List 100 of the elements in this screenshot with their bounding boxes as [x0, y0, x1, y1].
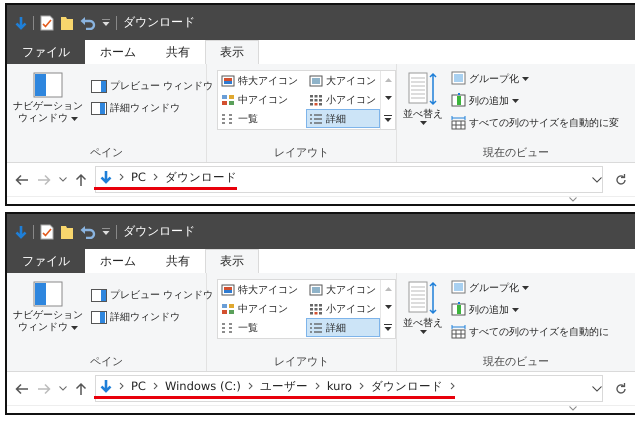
column-icon — [451, 324, 466, 339]
preview-pane-button[interactable]: プレビュー ウィンドウ — [89, 78, 216, 94]
scroll-down-icon[interactable] — [384, 305, 392, 310]
breadcrumb-item[interactable]: ユーザー — [260, 378, 308, 394]
undo-icon[interactable] — [80, 16, 96, 30]
up-arrow-icon[interactable] — [75, 172, 87, 186]
layout-option[interactable]: 一覧 — [218, 318, 306, 337]
add-columns-button[interactable]: 列の追加 — [449, 301, 611, 318]
details-pane-button[interactable]: 詳細ウィンドウ — [89, 100, 216, 116]
chevron-down-icon[interactable] — [592, 176, 602, 182]
ribbon-tab[interactable]: 表示 — [205, 40, 259, 64]
window-title: ダウンロード — [123, 223, 195, 240]
sort-icon — [408, 281, 438, 315]
group-label: ペイン — [89, 145, 124, 160]
view-icon — [221, 322, 235, 334]
caret-icon[interactable] — [102, 19, 110, 26]
expand-icon[interactable] — [384, 114, 392, 122]
expand-icon[interactable] — [384, 324, 392, 331]
chevron-icon[interactable] — [248, 382, 253, 390]
size-columns-button[interactable]: すべての列のサイズを自動的に変 — [449, 114, 621, 131]
caret-icon[interactable] — [102, 228, 110, 235]
chevron-icon[interactable] — [119, 382, 124, 390]
group-label: 現在のビュー — [482, 354, 550, 369]
column-icon — [451, 71, 466, 86]
file-tab[interactable]: ファイル — [7, 249, 85, 273]
scroll-down-icon[interactable] — [384, 96, 392, 100]
navigation-pane-button[interactable]: ナビゲーション ウィンドウ — [11, 279, 85, 354]
sort-button[interactable]: 並べ替え — [401, 279, 445, 354]
caret-icon — [420, 330, 426, 334]
layout-option[interactable]: 詳細 — [306, 109, 380, 128]
caret-icon — [71, 117, 78, 121]
chevron-icon[interactable] — [119, 173, 124, 181]
view-icon — [221, 94, 235, 106]
layout-option[interactable]: 大アイコン — [306, 71, 380, 90]
checklist-icon[interactable] — [40, 14, 54, 30]
chevron-down-icon[interactable] — [59, 386, 67, 391]
back-arrow-icon[interactable] — [15, 382, 29, 394]
chevron-down-icon[interactable] — [59, 177, 67, 182]
file-tab[interactable]: ファイル — [7, 40, 85, 64]
view-icon — [309, 94, 323, 106]
column-icon — [451, 302, 466, 317]
breadcrumb-item[interactable]: PC — [131, 170, 146, 184]
download-arrow-icon — [100, 170, 112, 184]
preview-pane-button[interactable]: プレビュー ウィンドウ — [89, 287, 216, 303]
group-by-button[interactable]: グループ化 — [449, 279, 611, 296]
layout-option[interactable]: 詳細 — [306, 318, 380, 337]
folder-icon[interactable] — [60, 224, 74, 240]
layout-option[interactable]: 大アイコン — [306, 280, 380, 299]
layout-option[interactable]: 一覧 — [218, 109, 306, 128]
pane-icon — [91, 288, 107, 302]
chevron-icon[interactable] — [358, 382, 364, 390]
pane-icon — [91, 80, 107, 92]
navigation-pane-button[interactable]: ナビゲーション ウィンドウ — [11, 70, 85, 145]
checklist-icon[interactable] — [40, 224, 54, 240]
download-arrow-icon — [100, 379, 112, 393]
details-pane-button[interactable]: 詳細ウィンドウ — [89, 309, 216, 325]
layout-option[interactable]: 中アイコン — [218, 90, 306, 109]
pane-layout-icon — [33, 72, 63, 98]
size-columns-button[interactable]: すべての列のサイズを自動的に — [449, 323, 611, 340]
back-arrow-icon[interactable] — [15, 174, 29, 186]
pane-icon — [91, 102, 107, 114]
view-icon — [221, 74, 235, 86]
layout-option[interactable]: 特大アイコン — [218, 71, 306, 90]
group-by-button[interactable]: グループ化 — [449, 70, 621, 87]
pane-layout-icon — [33, 281, 63, 307]
layout-option[interactable]: 小アイコン — [306, 90, 380, 109]
layout-option[interactable]: 特大アイコン — [218, 280, 306, 299]
chevron-icon[interactable] — [450, 382, 455, 390]
breadcrumb-item[interactable]: Windows (C:) — [164, 379, 241, 393]
view-icon — [309, 112, 323, 124]
column-icon — [451, 93, 466, 108]
view-icon — [309, 74, 323, 86]
folder-icon[interactable] — [60, 14, 74, 30]
group-label: ペイン — [89, 354, 124, 369]
up-arrow-icon[interactable] — [75, 382, 87, 396]
caret-icon — [420, 121, 426, 125]
chevron-down-icon[interactable] — [592, 386, 602, 392]
chevron-icon[interactable] — [152, 382, 158, 390]
layout-option[interactable]: 小アイコン — [306, 299, 380, 318]
window-title: ダウンロード — [123, 14, 195, 31]
breadcrumb-item[interactable]: ダウンロード — [370, 378, 443, 394]
sort-button[interactable]: 並べ替え — [401, 70, 445, 145]
address-field[interactable]: PC Windows (C:) ユーザー kuro ダウンロード — [95, 375, 603, 402]
view-icon — [309, 284, 323, 296]
view-icon — [309, 302, 323, 314]
address-field[interactable]: PC ダウンロード — [95, 166, 603, 193]
breadcrumb-item[interactable]: kuro — [326, 379, 352, 393]
add-columns-button[interactable]: 列の追加 — [449, 92, 621, 109]
chevron-icon[interactable] — [152, 173, 158, 181]
breadcrumb-item[interactable]: PC — [131, 379, 146, 393]
ribbon-tab[interactable]: 表示 — [205, 249, 259, 273]
sort-icon — [408, 72, 438, 106]
refresh-icon[interactable] — [615, 382, 627, 394]
view-icon — [221, 302, 235, 314]
group-label: レイアウト — [273, 354, 330, 369]
undo-icon[interactable] — [80, 224, 96, 238]
breadcrumb-item[interactable]: ダウンロード — [164, 170, 237, 184]
chevron-icon[interactable] — [314, 382, 320, 390]
layout-option[interactable]: 中アイコン — [218, 299, 306, 318]
refresh-icon[interactable] — [615, 174, 627, 186]
